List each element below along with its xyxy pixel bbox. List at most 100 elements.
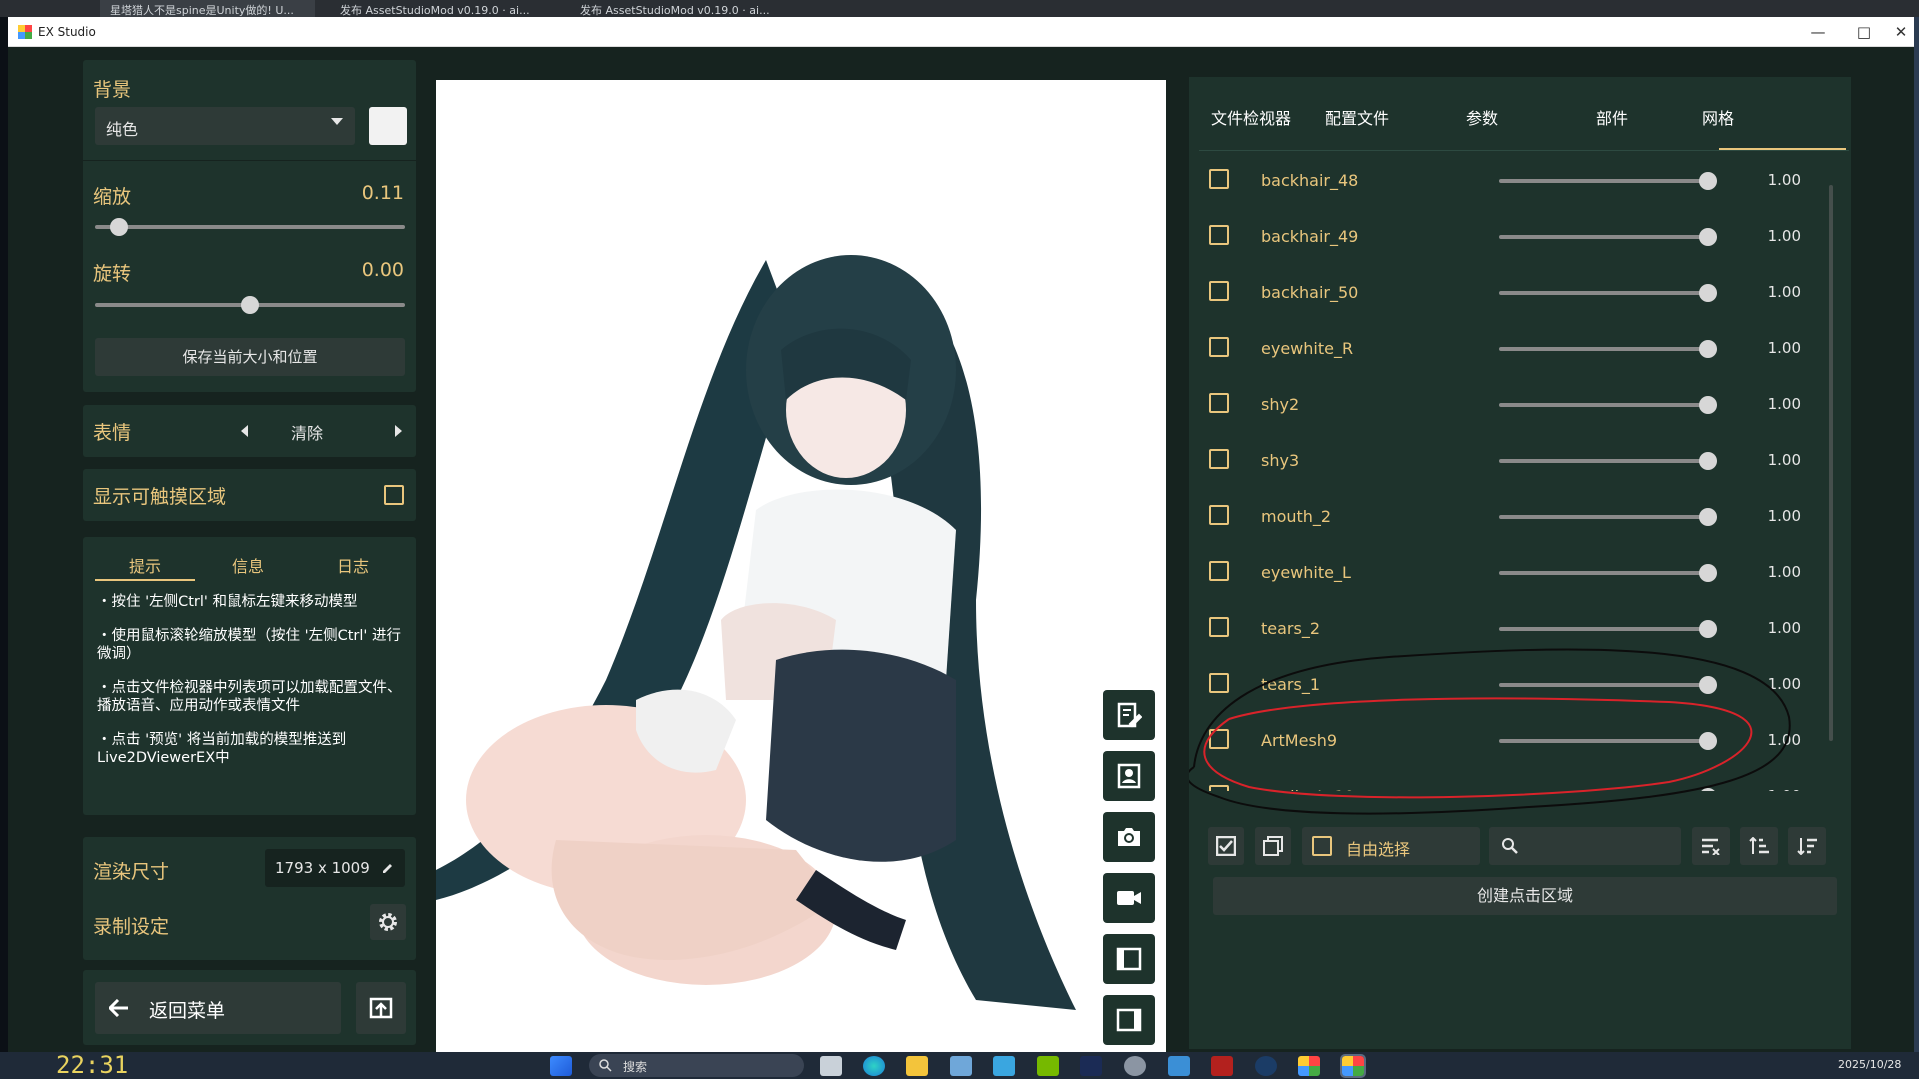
mesh-opacity-slider-track[interactable]: [1499, 571, 1717, 575]
mesh-row[interactable]: shy3 1.00: [1209, 434, 1809, 490]
mesh-opacity-slider-track[interactable]: [1499, 515, 1717, 519]
rotation-slider-thumb[interactable]: [241, 296, 259, 314]
mesh-row[interactable]: eyelip_L_10 1.00: [1209, 770, 1809, 791]
prev-expression-icon[interactable]: [241, 425, 248, 437]
windows-start-icon[interactable]: [550, 1056, 572, 1076]
app-icon[interactable]: [1124, 1056, 1146, 1076]
background-mode-select[interactable]: 纯色: [95, 107, 355, 145]
mesh-visibility-checkbox[interactable]: [1209, 729, 1229, 749]
save-size-position-button[interactable]: 保存当前大小和位置: [95, 338, 405, 376]
mesh-opacity-slider-track[interactable]: [1499, 459, 1717, 463]
mesh-opacity-slider-thumb[interactable]: [1699, 676, 1717, 694]
mesh-row[interactable]: shy2 1.00: [1209, 378, 1809, 434]
mesh-visibility-checkbox[interactable]: [1209, 785, 1229, 791]
mesh-opacity-slider-thumb[interactable]: [1699, 228, 1717, 246]
tab-mesh[interactable]: 网格: [1669, 105, 1767, 129]
mesh-row[interactable]: eyewhite_R 1.00: [1209, 322, 1809, 378]
tab-parts[interactable]: 部件: [1563, 105, 1661, 129]
mesh-visibility-checkbox[interactable]: [1209, 561, 1229, 581]
model-preview-canvas[interactable]: [436, 80, 1166, 1055]
background-color-swatch[interactable]: [369, 107, 407, 145]
maximize-button[interactable]: □: [1842, 19, 1886, 45]
sort-ascending-button[interactable]: [1740, 827, 1778, 865]
touch-area-checkbox[interactable]: [384, 485, 404, 505]
mesh-row[interactable]: ArtMesh9 1.00: [1209, 714, 1809, 770]
mesh-opacity-slider-thumb[interactable]: [1699, 452, 1717, 470]
scale-slider-track[interactable]: [95, 225, 405, 229]
browser-tab[interactable]: 星塔猎人不是spine是Unity做的! U...: [100, 0, 315, 17]
mesh-opacity-slider-thumb[interactable]: [1699, 620, 1717, 638]
record-video-button[interactable]: [1103, 873, 1155, 923]
tab-info[interactable]: 信息: [198, 553, 298, 577]
clear-filter-button[interactable]: [1692, 827, 1730, 865]
browser-tab[interactable]: 发布 AssetStudioMod v0.19.0 · ai...: [330, 0, 550, 17]
tab-parameters[interactable]: 参数: [1433, 105, 1531, 129]
mesh-opacity-slider-thumb[interactable]: [1699, 340, 1717, 358]
mesh-row[interactable]: tears_1 1.00: [1209, 658, 1809, 714]
scale-slider-thumb[interactable]: [109, 218, 128, 236]
close-button[interactable]: ✕: [1888, 19, 1914, 45]
list-scrollbar[interactable]: [1829, 185, 1833, 741]
mesh-row[interactable]: backhair_50 1.00: [1209, 266, 1809, 322]
select-all-button[interactable]: [1208, 827, 1244, 865]
free-select-toggle[interactable]: 自由选择: [1302, 827, 1480, 865]
mesh-opacity-slider-track[interactable]: [1499, 739, 1717, 743]
edge-browser-icon[interactable]: [863, 1056, 885, 1076]
mesh-visibility-checkbox[interactable]: [1209, 281, 1229, 301]
edit-document-button[interactable]: [1103, 690, 1155, 740]
mesh-opacity-slider-track[interactable]: [1499, 683, 1717, 687]
render-size-field[interactable]: 1793 x 1009: [265, 849, 405, 887]
mesh-opacity-slider-thumb[interactable]: [1699, 732, 1717, 750]
mesh-visibility-checkbox[interactable]: [1209, 505, 1229, 525]
export-button[interactable]: [356, 982, 406, 1034]
app-icon[interactable]: [1080, 1056, 1102, 1076]
mesh-opacity-slider-thumb[interactable]: [1699, 172, 1717, 190]
minimize-button[interactable]: —: [1796, 19, 1840, 45]
toggle-right-panel-button[interactable]: [1103, 995, 1155, 1045]
notepad-icon[interactable]: [1168, 1056, 1190, 1076]
mesh-opacity-slider-thumb[interactable]: [1699, 284, 1717, 302]
mesh-opacity-slider-track[interactable]: [1499, 235, 1717, 239]
search-input[interactable]: [1525, 835, 1673, 857]
mesh-opacity-slider-thumb[interactable]: [1699, 788, 1717, 791]
browser-tab[interactable]: 发布 AssetStudioMod v0.19.0 · ai...: [570, 0, 790, 17]
taskbar-search[interactable]: 搜索: [589, 1054, 804, 1077]
mesh-opacity-slider-track[interactable]: [1499, 347, 1717, 351]
mesh-opacity-slider-track[interactable]: [1499, 291, 1717, 295]
mesh-row[interactable]: mouth_2 1.00: [1209, 490, 1809, 546]
tab-file-inspector[interactable]: 文件检视器: [1202, 105, 1300, 129]
toggle-left-panel-button[interactable]: [1103, 934, 1155, 984]
record-settings-button[interactable]: [370, 904, 406, 940]
edit-pencil-icon[interactable]: [381, 861, 395, 875]
free-select-checkbox[interactable]: [1312, 836, 1332, 856]
next-expression-icon[interactable]: [395, 425, 402, 437]
mesh-visibility-checkbox[interactable]: [1209, 169, 1229, 189]
nvidia-icon[interactable]: [1037, 1056, 1059, 1076]
back-to-menu-button[interactable]: 返回菜单: [95, 982, 341, 1034]
mesh-opacity-slider-thumb[interactable]: [1699, 564, 1717, 582]
tab-log[interactable]: 日志: [303, 553, 403, 577]
mesh-visibility-checkbox[interactable]: [1209, 337, 1229, 357]
tab-config-file[interactable]: 配置文件: [1308, 105, 1406, 129]
tab-tips[interactable]: 提示: [95, 553, 195, 577]
mesh-visibility-checkbox[interactable]: [1209, 449, 1229, 469]
mesh-opacity-slider-track[interactable]: [1499, 179, 1717, 183]
search-field[interactable]: [1489, 827, 1681, 865]
mesh-row[interactable]: backhair_48 1.00: [1209, 154, 1809, 210]
steam-icon[interactable]: [1255, 1056, 1277, 1076]
screenshot-button[interactable]: [1103, 812, 1155, 862]
mesh-row[interactable]: tears_2 1.00: [1209, 602, 1809, 658]
create-click-area-button[interactable]: 创建点击区域: [1213, 877, 1837, 915]
app-icon[interactable]: [993, 1056, 1015, 1076]
portrait-button[interactable]: [1103, 751, 1155, 801]
mesh-visibility-checkbox[interactable]: [1209, 393, 1229, 413]
mesh-opacity-slider-thumb[interactable]: [1699, 396, 1717, 414]
mesh-opacity-slider-track[interactable]: [1499, 403, 1717, 407]
mesh-visibility-checkbox[interactable]: [1209, 617, 1229, 637]
file-explorer-icon[interactable]: [906, 1056, 928, 1076]
copy-button[interactable]: [1255, 827, 1291, 865]
mesh-row[interactable]: eyewhite_L 1.00: [1209, 546, 1809, 602]
mesh-visibility-checkbox[interactable]: [1209, 225, 1229, 245]
mesh-visibility-checkbox[interactable]: [1209, 673, 1229, 693]
mesh-opacity-slider-thumb[interactable]: [1699, 508, 1717, 526]
